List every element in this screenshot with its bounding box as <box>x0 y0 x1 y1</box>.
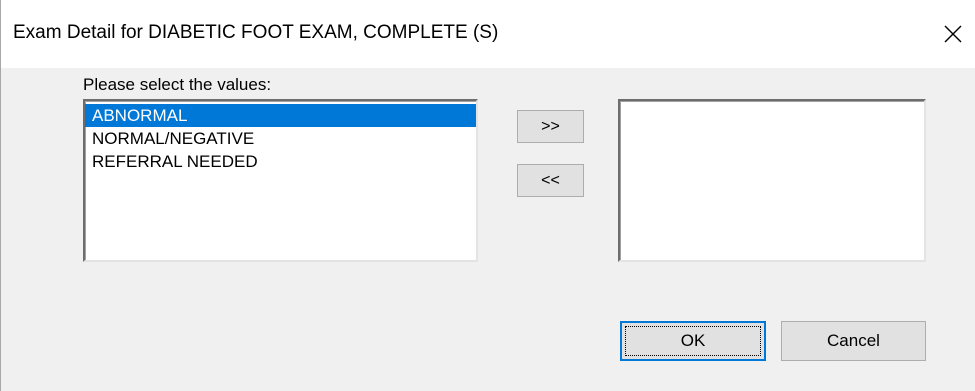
list-item-abnormal[interactable]: ABNORMAL <box>85 104 476 127</box>
ok-button[interactable]: OK <box>620 321 766 361</box>
window-title: Exam Detail for DIABETIC FOOT EXAM, COMP… <box>13 22 499 43</box>
selected-values-listbox[interactable] <box>618 99 926 262</box>
cancel-button[interactable]: Cancel <box>781 321 926 361</box>
list-item-normal-negative[interactable]: NORMAL/NEGATIVE <box>85 127 476 150</box>
remove-selected-button[interactable]: << <box>517 164 584 197</box>
title-bar: Exam Detail for DIABETIC FOOT EXAM, COMP… <box>1 0 975 68</box>
available-values-listbox[interactable]: ABNORMAL NORMAL/NEGATIVE REFERRAL NEEDED <box>83 99 478 262</box>
exam-detail-dialog: Exam Detail for DIABETIC FOOT EXAM, COMP… <box>0 0 975 391</box>
select-values-label: Please select the values: <box>83 75 272 94</box>
add-selected-button[interactable]: >> <box>517 110 584 143</box>
close-button[interactable] <box>930 0 975 68</box>
close-icon <box>944 25 962 43</box>
list-item-referral-needed[interactable]: REFERRAL NEEDED <box>85 150 476 173</box>
focus-rectangle <box>625 326 761 356</box>
